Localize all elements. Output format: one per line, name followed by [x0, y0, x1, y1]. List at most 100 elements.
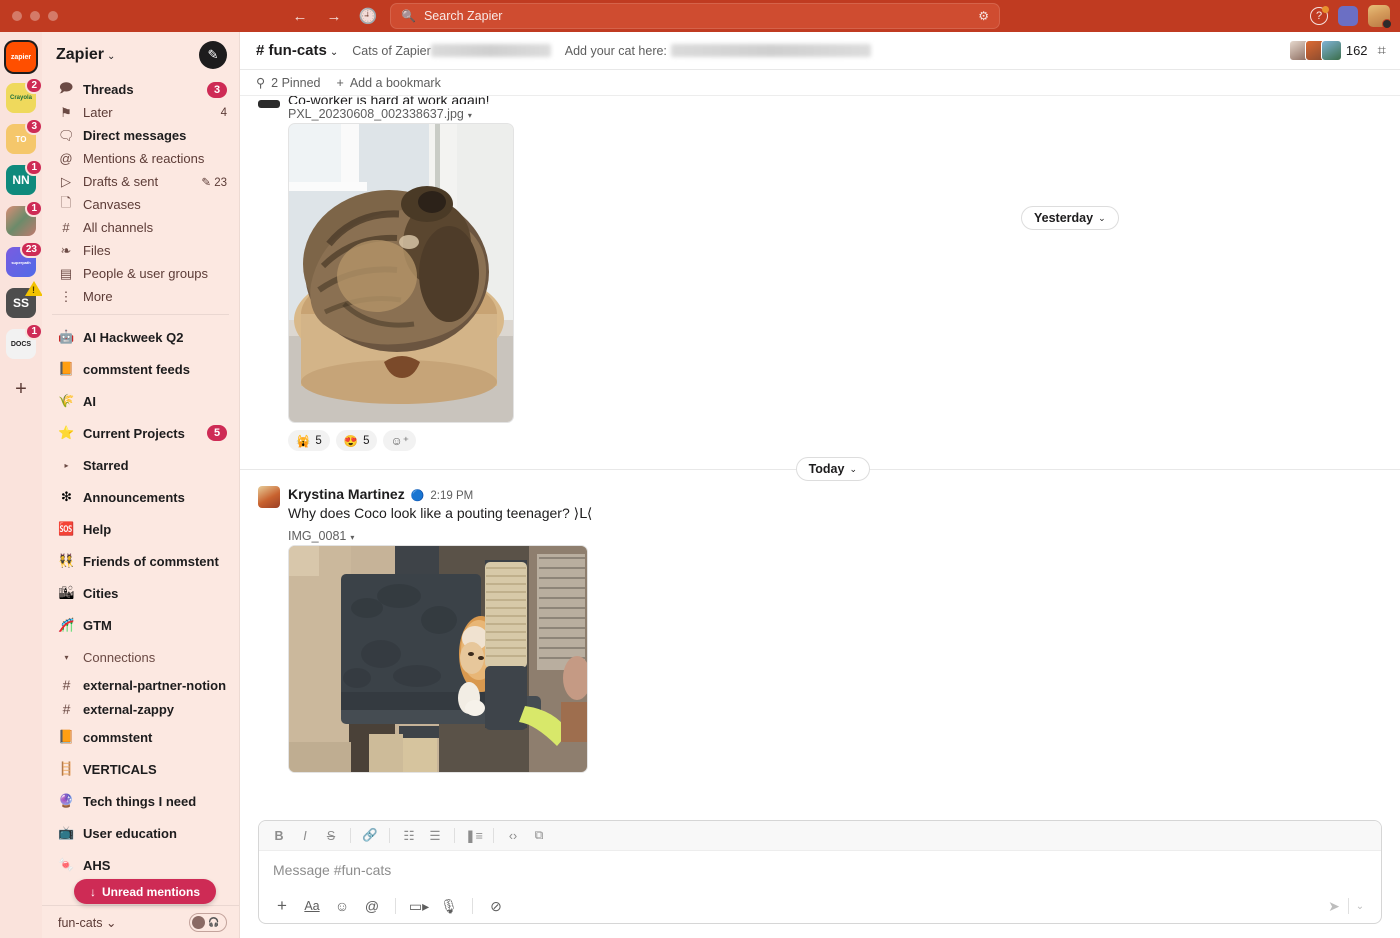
mentions-at-icon: @: [59, 151, 73, 166]
window-traffic-lights[interactable]: [0, 11, 58, 21]
workspace-to[interactable]: TO 3: [6, 118, 43, 154]
sidebar-channel-ai-hackweek-q2[interactable]: 🤖 AI Hackweek Q2: [42, 321, 239, 353]
close-window-button[interactable]: [12, 11, 22, 21]
code-block-button[interactable]: ⧉: [527, 825, 551, 847]
message-image-attachment[interactable]: [288, 545, 588, 774]
workspace-zapier[interactable]: zapier: [6, 42, 36, 72]
sidebar-channel-gtm[interactable]: 🎢 GTM: [42, 609, 239, 641]
footer-channel-switcher[interactable]: fun-cats ⌄: [58, 915, 116, 930]
message-list[interactable]: Co-worker is hard at work again! PXL_202…: [240, 96, 1400, 820]
sidebar-channel-commstent[interactable]: 📙 commstent: [42, 721, 239, 753]
search-input[interactable]: 🔍 Search Zapier ⚙: [390, 3, 1000, 29]
reaction-chip[interactable]: 😍 5: [335, 430, 378, 451]
sidebar-item-label: Files: [83, 243, 111, 258]
code-button[interactable]: ‹›: [501, 825, 525, 847]
send-plane-icon[interactable]: ➤: [1320, 894, 1348, 918]
workspace-faces[interactable]: 1: [6, 200, 43, 236]
sidebar-channel-friends-of-commstent[interactable]: 👯 Friends of commstent: [42, 545, 239, 577]
bulleted-list-button[interactable]: ☰: [423, 825, 447, 847]
sidebar-channel-cities[interactable]: 🏙 Cities: [42, 577, 239, 609]
sidebar-item-later[interactable]: ⚑ Later 4: [42, 101, 239, 124]
sidebar-section-starred[interactable]: ▸ Starred: [42, 449, 239, 481]
pinned-items-button[interactable]: ⚲ 2 Pinned: [256, 75, 321, 91]
sidebar-item-mentions-reactions[interactable]: @ Mentions & reactions: [42, 147, 239, 170]
slash-command-button[interactable]: ⊘: [483, 894, 509, 918]
sidebar-channel-verticals[interactable]: 🪜 VERTICALS: [42, 753, 239, 785]
unread-mentions-button[interactable]: ↓ Unread mentions: [74, 879, 217, 904]
workspace-docs[interactable]: DOCS 1: [6, 323, 43, 359]
video-clip-button[interactable]: ▭▸: [406, 894, 432, 918]
sidebar-item-threads[interactable]: 🗩 Threads 3: [42, 78, 239, 101]
sidebar-channel-user-education[interactable]: 📺 User education: [42, 817, 239, 849]
compose-pencil-icon[interactable]: ✎: [199, 41, 227, 69]
huddle-toggle[interactable]: 🎧: [189, 912, 227, 932]
mention-button[interactable]: @: [359, 894, 385, 918]
date-pill-button[interactable]: Today ⌄: [795, 457, 870, 481]
workspace-superpath[interactable]: superpath 23: [6, 241, 43, 277]
sidebar-section-connections[interactable]: ▾ Connections: [42, 641, 239, 673]
add-workspace-button[interactable]: +: [6, 374, 36, 404]
link-button[interactable]: 🔗: [358, 825, 382, 847]
sidebar-channel-commstent-feeds[interactable]: 📙 commstent feeds: [42, 353, 239, 385]
sidebar-item-label: All channels: [83, 220, 154, 235]
sidebar-scroll[interactable]: 🗩 Threads 3 ⚑ Later 4 🗨 Direct messages …: [42, 78, 239, 905]
message-image-attachment[interactable]: [288, 123, 514, 423]
attach-plus-button[interactable]: +: [269, 894, 295, 918]
forward-arrow-icon[interactable]: →: [324, 6, 344, 26]
sidebar-item-all-channels[interactable]: # All channels: [42, 216, 239, 239]
sidebar-channel-announcements[interactable]: ❇ Announcements: [42, 481, 239, 513]
sidebar-item-files[interactable]: ❧ Files: [42, 239, 239, 262]
workspace-nn[interactable]: NN 1: [6, 159, 43, 195]
sidebar-channel-external-zappy[interactable]: # external-zappy: [42, 697, 239, 721]
workspace-switcher[interactable]: Zapier ⌄: [56, 46, 115, 64]
strikethrough-button[interactable]: S: [319, 825, 343, 847]
channel-emoji-icon: ❇: [61, 489, 72, 504]
workspace-ss[interactable]: SS: [6, 281, 43, 318]
file-name[interactable]: IMG_0081 ▾: [288, 529, 1382, 543]
ordered-list-button[interactable]: ☷: [397, 825, 421, 847]
audio-clip-button[interactable]: 🎙: [436, 894, 462, 918]
secondary-avatar[interactable]: [1338, 6, 1358, 26]
message-input[interactable]: Message #fun-cats: [259, 851, 1381, 889]
sidebar-channel-tech-things-i-need[interactable]: 🔮 Tech things I need: [42, 785, 239, 817]
avatar[interactable]: [258, 486, 280, 508]
member-facepile[interactable]: 162: [1288, 40, 1368, 61]
channel-topic[interactable]: Cats of Zapier Add your cat here:: [352, 44, 871, 58]
sidebar-channel-help[interactable]: 🆘 Help: [42, 513, 239, 545]
search-filter-icon[interactable]: ⚙: [978, 9, 989, 23]
sidebar-channel-current-projects[interactable]: ⭐ Current Projects 5: [42, 417, 239, 449]
channel-title[interactable]: # fun-cats ⌄: [256, 42, 338, 59]
italic-button[interactable]: I: [293, 825, 317, 847]
add-reaction-icon[interactable]: ☺⁺: [383, 430, 417, 451]
message-timestamp[interactable]: 2:19 PM: [430, 490, 473, 502]
blockquote-button[interactable]: ❚≡: [462, 825, 486, 847]
date-pill-button[interactable]: Yesterday ⌄: [1021, 206, 1119, 230]
emoji-button[interactable]: ☺: [329, 894, 355, 918]
workspace-crayola[interactable]: Crayola 2: [6, 77, 43, 113]
help-icon[interactable]: ?: [1310, 6, 1329, 25]
sidebar-channel-external-partner-notion[interactable]: # external-partner-notion: [42, 673, 239, 697]
plus-icon: +: [336, 75, 344, 90]
sidebar-item-more[interactable]: ⋮ More: [42, 285, 239, 308]
reaction-chip[interactable]: 🙀 5: [288, 430, 330, 451]
sidebar-channel-ai[interactable]: 🌾 AI: [42, 385, 239, 417]
sidebar-item-canvases[interactable]: 🗋 Canvases: [42, 193, 239, 216]
huddle-icon[interactable]: ⌗: [1378, 42, 1386, 59]
file-name[interactable]: PXL_20230608_002338637.jpg ▾: [288, 107, 1382, 121]
workspace-label: Crayola: [9, 95, 32, 101]
message-author[interactable]: Krystina Martinez: [288, 486, 405, 502]
add-bookmark-button[interactable]: + Add a bookmark: [337, 76, 441, 90]
formatting-aa-button[interactable]: Aa: [299, 894, 325, 918]
send-options-chevron-icon[interactable]: ⌄: [1349, 894, 1371, 918]
sidebar-item-direct-messages[interactable]: 🗨 Direct messages: [42, 124, 239, 147]
history-clock-icon[interactable]: 🕘: [358, 6, 378, 26]
bold-button[interactable]: B: [267, 825, 291, 847]
user-avatar[interactable]: [1368, 5, 1392, 29]
hash-icon: #: [256, 42, 265, 59]
sidebar-item-drafts-sent[interactable]: ▷ Drafts & sent ✎ 23: [42, 170, 239, 193]
back-arrow-icon[interactable]: ←: [290, 6, 310, 26]
sidebar-channel-ahs[interactable]: 🍬 AHS: [42, 849, 239, 881]
sidebar-item-people-user-groups[interactable]: ▤ People & user groups: [42, 262, 239, 285]
minimize-window-button[interactable]: [30, 11, 40, 21]
maximize-window-button[interactable]: [48, 11, 58, 21]
